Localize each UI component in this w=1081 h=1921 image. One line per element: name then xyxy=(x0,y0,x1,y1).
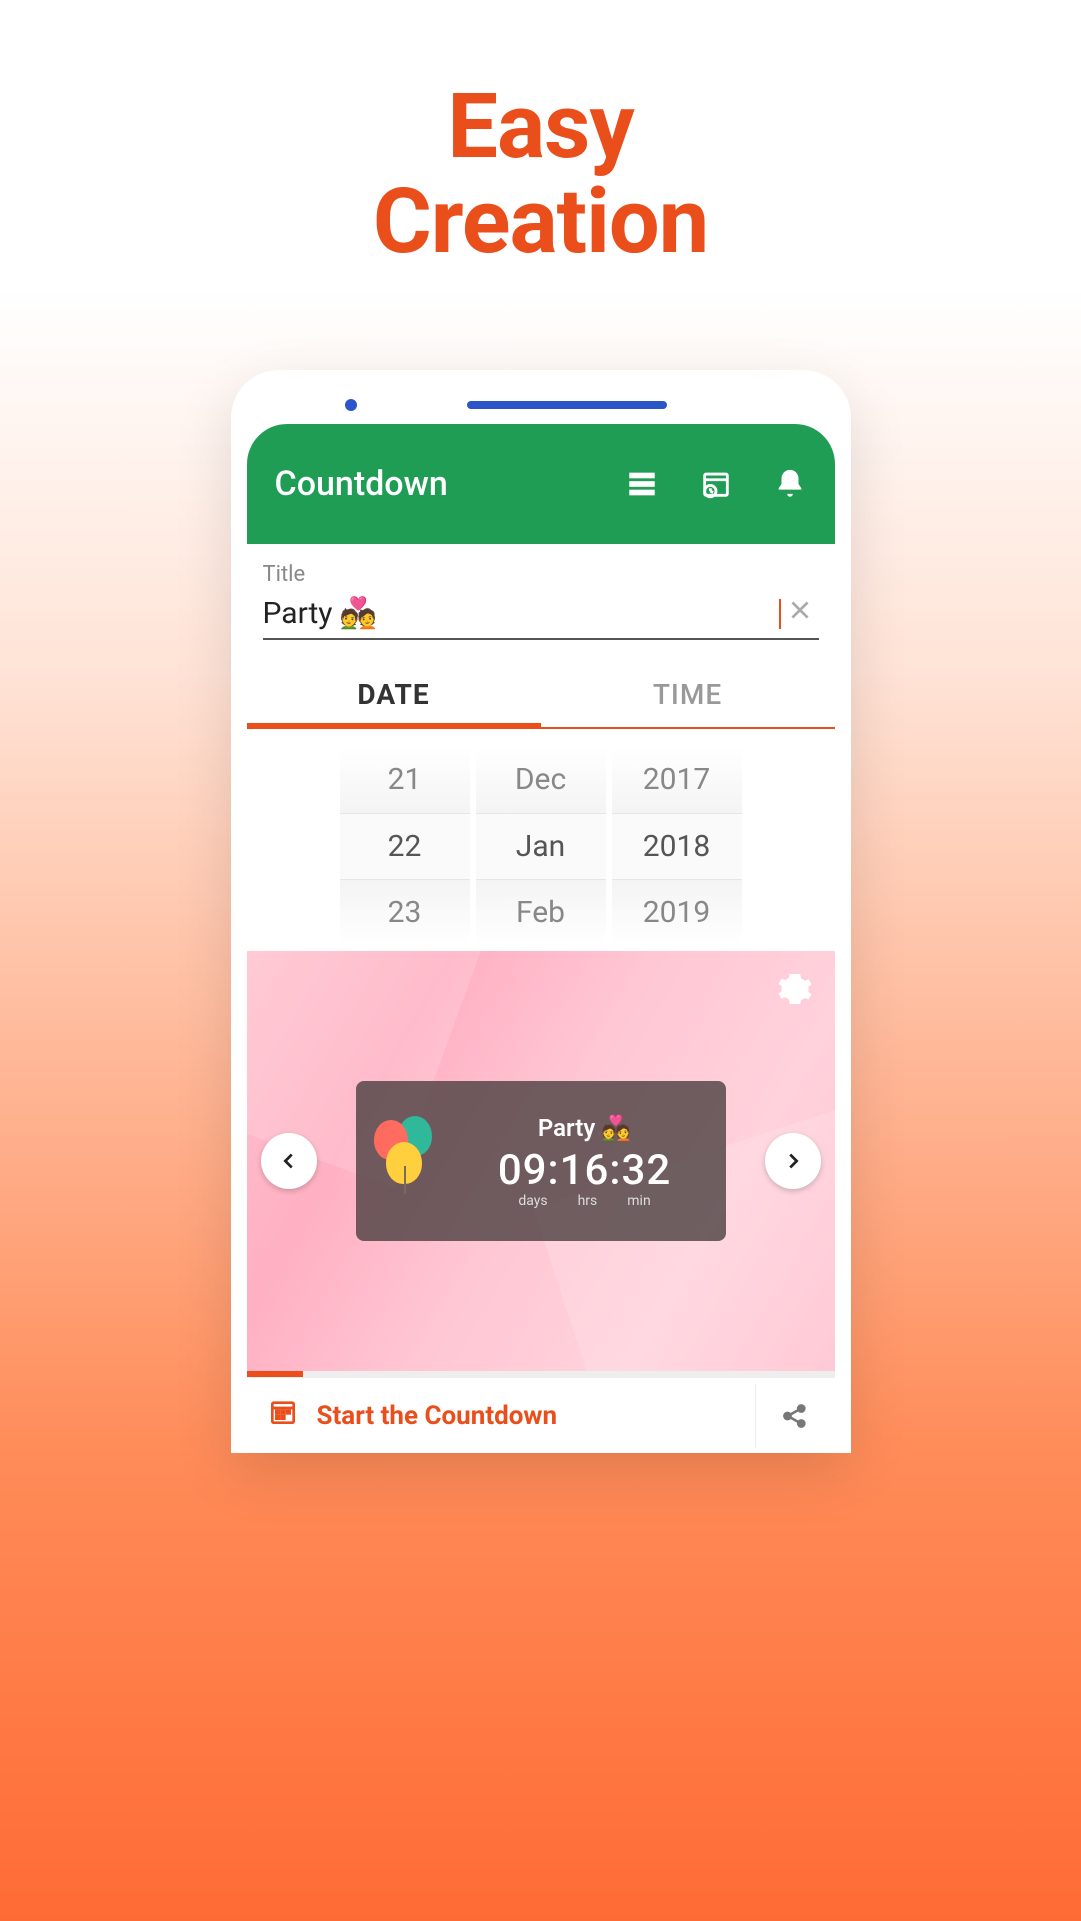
next-theme-button[interactable] xyxy=(765,1133,821,1189)
title-field-label: Title xyxy=(247,562,835,587)
theme-preview: Party 💑 09:16:32 days hrs min xyxy=(247,951,835,1371)
clear-title-icon[interactable] xyxy=(781,593,819,634)
label-hrs: hrs xyxy=(578,1193,598,1209)
app-bar-actions xyxy=(625,467,807,501)
day-selected[interactable]: 22 xyxy=(340,813,470,879)
calendar-start-icon xyxy=(267,1396,299,1435)
bottom-action-bar: Start the Countdown xyxy=(247,1377,835,1453)
tab-time[interactable]: TIME xyxy=(541,662,835,727)
share-button[interactable] xyxy=(755,1384,835,1448)
day-next[interactable]: 23 xyxy=(340,879,470,945)
year-prev[interactable]: 2017 xyxy=(612,747,742,813)
prev-theme-button[interactable] xyxy=(261,1133,317,1189)
date-picker[interactable]: 21 22 23 Dec Jan Feb 2017 2018 2019 xyxy=(247,729,835,945)
tab-date[interactable]: DATE xyxy=(247,662,541,727)
promo-headline: Easy Creation xyxy=(0,0,1081,269)
start-countdown-button[interactable]: Start the Countdown xyxy=(247,1378,755,1453)
balloons-icon xyxy=(374,1116,446,1206)
status-bar xyxy=(247,388,835,418)
title-input-row: Party 💑 xyxy=(263,593,819,640)
form-content: Title Party 💑 DATE TIME 21 22 23 Dec Jan… xyxy=(247,544,835,1453)
month-prev[interactable]: Dec xyxy=(476,747,606,813)
day-prev[interactable]: 21 xyxy=(340,747,470,813)
month-selected[interactable]: Jan xyxy=(476,813,606,879)
theme-progress-indicator xyxy=(247,1371,835,1377)
phone-frame: Countdown Title Party 💑 DATE TIME xyxy=(231,370,851,1453)
year-next[interactable]: 2019 xyxy=(612,879,742,945)
promo-line-1: Easy xyxy=(0,80,1081,175)
app-title: Countdown xyxy=(275,464,605,504)
calendar-clock-icon[interactable] xyxy=(699,467,733,501)
bell-icon[interactable] xyxy=(773,467,807,501)
status-speaker-pill xyxy=(467,401,667,409)
countdown-unit-labels: days hrs min xyxy=(462,1193,708,1209)
gear-icon[interactable] xyxy=(777,971,813,1011)
day-column[interactable]: 21 22 23 xyxy=(340,747,470,945)
title-input[interactable]: Party 💑 xyxy=(263,594,781,633)
month-column[interactable]: Dec Jan Feb xyxy=(476,747,606,945)
label-min: min xyxy=(627,1193,650,1209)
app-bar: Countdown xyxy=(247,424,835,544)
year-column[interactable]: 2017 2018 2019 xyxy=(612,747,742,945)
promo-line-2: Creation xyxy=(0,175,1081,270)
countdown-card: Party 💑 09:16:32 days hrs min xyxy=(356,1081,726,1241)
list-view-icon[interactable] xyxy=(625,467,659,501)
countdown-digits: 09:16:32 xyxy=(462,1146,708,1195)
label-days: days xyxy=(518,1193,547,1209)
countdown-title: Party 💑 xyxy=(462,1114,708,1142)
date-time-tabs: DATE TIME xyxy=(247,662,835,729)
start-countdown-label: Start the Countdown xyxy=(317,1401,558,1431)
countdown-readout: Party 💑 09:16:32 days hrs min xyxy=(462,1114,708,1209)
month-next[interactable]: Feb xyxy=(476,879,606,945)
status-camera-dot xyxy=(345,399,357,411)
year-selected[interactable]: 2018 xyxy=(612,813,742,879)
